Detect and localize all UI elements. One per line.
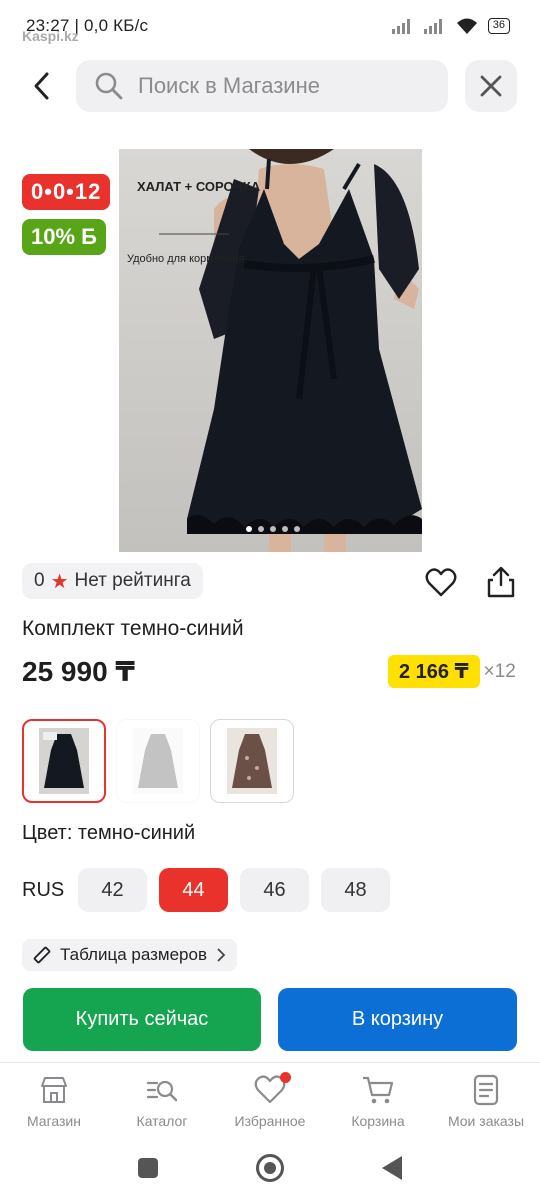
ruler-icon bbox=[33, 946, 51, 964]
size-chart-label: Таблица размеров bbox=[60, 945, 207, 964]
add-to-cart-button[interactable]: В корзину bbox=[278, 988, 517, 1051]
tab-label-catalog: Каталог bbox=[136, 1113, 188, 1129]
variant-floral-image bbox=[227, 728, 277, 794]
search-input[interactable]: Поиск в Магазине bbox=[76, 60, 448, 112]
orders-icon bbox=[473, 1074, 499, 1106]
home-button[interactable] bbox=[256, 1154, 284, 1182]
wifi-icon bbox=[456, 18, 477, 34]
close-icon bbox=[480, 75, 502, 97]
installment-multiplier: ×12 bbox=[483, 660, 516, 682]
variant-thumb-faded[interactable] bbox=[116, 719, 200, 803]
buy-now-button[interactable]: Купить сейчас bbox=[23, 988, 261, 1051]
star-icon: ★ bbox=[50, 570, 69, 593]
tab-favorites[interactable]: Избранное bbox=[216, 1063, 324, 1138]
size-selector: RUS 42 44 46 48 bbox=[22, 868, 402, 912]
product-price: 25 990 ₸ bbox=[22, 656, 135, 687]
installment-badge[interactable]: 2 166 ₸ ×12 bbox=[388, 655, 516, 688]
catalog-search-icon bbox=[146, 1080, 178, 1102]
share-icon[interactable] bbox=[484, 565, 518, 599]
tab-label-cart: Корзина bbox=[351, 1113, 405, 1129]
rating-count: 0 bbox=[34, 570, 45, 591]
size-option-46[interactable]: 46 bbox=[240, 868, 309, 912]
favorite-heart-icon[interactable] bbox=[424, 566, 458, 600]
countdown-badge: 0•0•12 bbox=[22, 174, 111, 210]
size-option-48[interactable]: 48 bbox=[321, 868, 390, 912]
installment-amount: 2 166 ₸ bbox=[388, 655, 480, 688]
image-caption: ХАЛАТ + СОРОЧКА bbox=[137, 179, 261, 194]
signal-icon-2 bbox=[423, 18, 446, 34]
notification-dot bbox=[280, 1072, 291, 1083]
back-button[interactable] bbox=[22, 66, 62, 106]
size-option-42[interactable]: 42 bbox=[78, 868, 147, 912]
variant-dark-image bbox=[39, 728, 89, 794]
system-navigation-bar bbox=[0, 1138, 540, 1200]
tab-orders[interactable]: Мои заказы bbox=[432, 1063, 540, 1138]
color-label: Цвет: темно-синий bbox=[22, 822, 196, 844]
size-system: RUS bbox=[22, 878, 65, 901]
rating-text: Нет рейтинга bbox=[74, 570, 191, 591]
system-back-button[interactable] bbox=[382, 1156, 402, 1180]
product-title: Комплект темно-синий bbox=[22, 617, 244, 640]
variant-thumb-dark[interactable] bbox=[22, 719, 106, 803]
search-icon bbox=[95, 72, 123, 100]
tab-label-orders: Мои заказы bbox=[447, 1113, 525, 1129]
size-option-44[interactable]: 44 bbox=[159, 868, 228, 912]
variant-thumb-floral[interactable] bbox=[210, 719, 294, 803]
bottom-tab-bar: Магазин Каталог Избранное Корзина Мои за… bbox=[0, 1062, 540, 1138]
recent-apps-button[interactable] bbox=[138, 1158, 158, 1178]
product-photo: ХАЛАТ + СОРОЧКА Удобно для кормления bbox=[119, 149, 422, 552]
image-note: Удобно для кормления bbox=[127, 253, 245, 265]
chevron-left-icon bbox=[34, 72, 49, 100]
tab-catalog[interactable]: Каталог bbox=[108, 1063, 216, 1138]
cart-icon bbox=[363, 1076, 394, 1104]
variant-faded-image bbox=[133, 728, 183, 794]
color-variants bbox=[22, 719, 294, 803]
tab-label-shop: Магазин bbox=[26, 1113, 81, 1129]
status-right-icons: 36 bbox=[391, 17, 510, 35]
signal-icon bbox=[391, 18, 414, 34]
status-watermark: Kaspi.kz bbox=[22, 28, 79, 44]
tab-shop[interactable]: Магазин bbox=[0, 1063, 108, 1138]
rating-pill[interactable]: 0 ★ Нет рейтинга bbox=[22, 563, 203, 599]
header: Поиск в Магазине bbox=[0, 58, 540, 114]
shop-icon bbox=[41, 1077, 67, 1103]
size-chart-link[interactable]: Таблица размеров bbox=[22, 939, 237, 971]
battery-indicator: 36 bbox=[487, 18, 510, 34]
tab-cart[interactable]: Корзина bbox=[324, 1063, 432, 1138]
tab-label-favorites: Избранное bbox=[234, 1113, 306, 1129]
close-button[interactable] bbox=[465, 60, 517, 112]
product-image[interactable]: ХАЛАТ + СОРОЧКА Удобно для кормления bbox=[119, 149, 422, 552]
bonus-badge: 10% Б bbox=[22, 219, 106, 255]
status-bar: 23:27 | 0,0 КБ/с Kaspi.kz 36 bbox=[0, 0, 540, 52]
search-placeholder: Поиск в Магазине bbox=[138, 73, 320, 98]
chevron-right-icon bbox=[217, 948, 226, 962]
